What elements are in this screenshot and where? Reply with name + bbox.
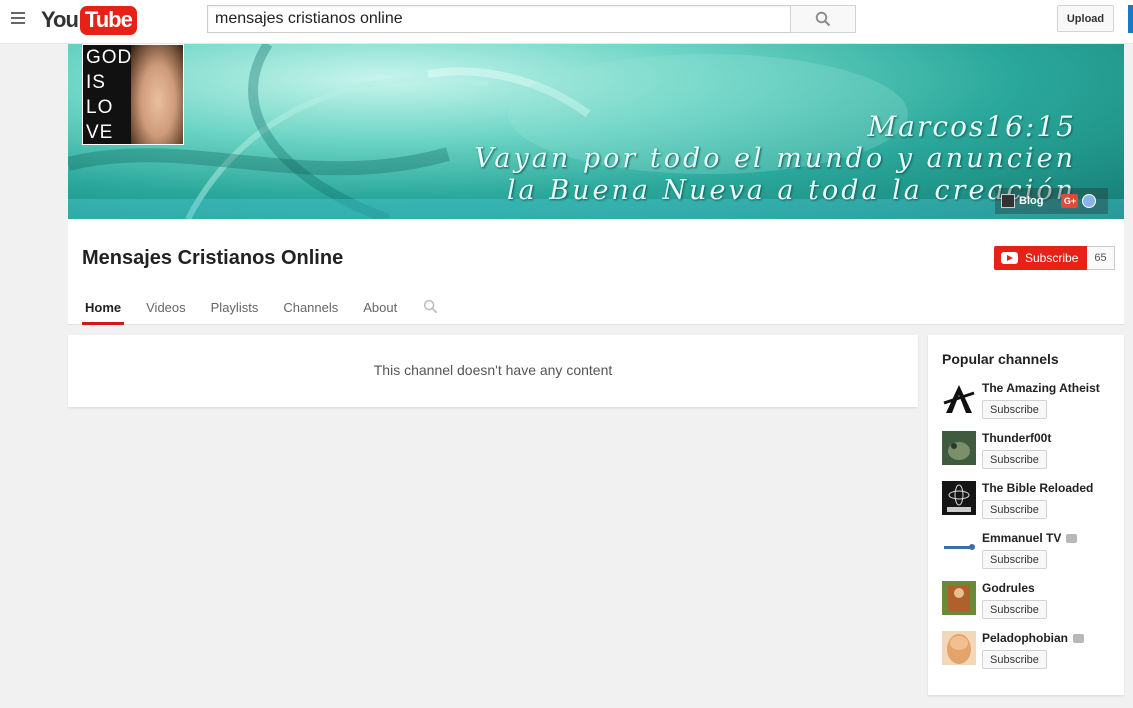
avatar-text: GOD IS LO VE xyxy=(86,45,133,144)
subscriber-count: 65 xyxy=(1087,246,1115,270)
channel-thumbnail[interactable] xyxy=(942,481,976,515)
channel-thumbnail[interactable] xyxy=(942,531,976,565)
channel-name-text: Emmanuel TV xyxy=(982,531,1062,545)
avatar-portrait xyxy=(131,45,183,144)
banner-verse-reference: Marcos16:15 xyxy=(867,110,1076,143)
channel-thumbnail[interactable] xyxy=(942,381,976,415)
tab-playlists[interactable]: Playlists xyxy=(208,291,262,325)
channel-subscribe-group: Subscribe 65 xyxy=(994,246,1115,270)
search-button[interactable] xyxy=(790,5,856,33)
channel-name[interactable]: Godrules xyxy=(982,581,1035,595)
channel-name-text: Peladophobian xyxy=(982,631,1069,645)
channel-search-icon[interactable] xyxy=(423,299,438,314)
channel-name[interactable]: The Amazing Atheist xyxy=(982,381,1100,395)
channel-subscribe-button[interactable]: Subscribe xyxy=(982,550,1047,569)
channel-thumbnail[interactable] xyxy=(942,631,976,665)
channel-thumbnail[interactable] xyxy=(942,431,976,465)
youtube-play-icon xyxy=(1001,252,1018,264)
channel-subscribe-button[interactable]: Subscribe xyxy=(982,400,1047,419)
content-card: This channel doesn't have any content xyxy=(68,335,918,407)
avatar-text-line: LO xyxy=(86,97,114,118)
masthead: You Tube Upload xyxy=(0,0,1133,44)
popular-channel-item: Emmanuel TV Subscribe xyxy=(942,521,1122,569)
banner-verse: Marcos16:15 Vayan por todo el mundo y an… xyxy=(474,110,1076,207)
banner-verse-line-2: la Buena Nueva a toda la creación xyxy=(506,175,1076,206)
popular-channel-item: Peladophobian Subscribe xyxy=(942,621,1122,669)
website-globe-icon[interactable] xyxy=(1082,194,1097,208)
channel-avatar[interactable]: GOD IS LO VE xyxy=(82,44,184,145)
popular-channel-item: The Amazing Atheist Subscribe xyxy=(942,371,1122,419)
blog-icon xyxy=(1001,194,1015,208)
banner-verse-line-1: Vayan por todo el mundo y anuncien xyxy=(474,143,1076,174)
tab-channels[interactable]: Channels xyxy=(280,291,341,325)
verified-icon xyxy=(1066,534,1078,544)
channel-header: Mensajes Cristianos Online Subscribe 65 … xyxy=(68,219,1124,325)
channel-name[interactable]: Emmanuel TV xyxy=(982,531,1078,545)
channel-title[interactable]: Mensajes Cristianos Online xyxy=(82,247,343,270)
banner-links: Blog G+ xyxy=(995,188,1108,214)
avatar-text-line: GOD xyxy=(86,47,133,68)
logo-you-text: You xyxy=(41,7,79,32)
channel-subscribe-button[interactable]: Subscribe xyxy=(982,450,1047,469)
sidebar-title: Popular channels xyxy=(942,351,1059,367)
tab-home[interactable]: Home xyxy=(82,291,125,325)
search-input[interactable] xyxy=(207,5,791,33)
channel-name[interactable]: Thunderf00t xyxy=(982,431,1051,445)
subscribe-button[interactable]: Subscribe xyxy=(994,246,1088,270)
tab-videos[interactable]: Videos xyxy=(143,291,189,325)
popular-channel-item: The Bible Reloaded Subscribe xyxy=(942,471,1122,519)
channel-tabs: Home Videos Playlists Channels About xyxy=(82,291,438,325)
subscribe-label: Subscribe xyxy=(1025,251,1079,265)
avatar-text-line: IS xyxy=(86,72,106,93)
channel-thumbnail[interactable] xyxy=(942,581,976,615)
upload-button[interactable]: Upload xyxy=(1057,5,1114,32)
search-icon xyxy=(815,11,831,27)
google-plus-icon[interactable]: G+ xyxy=(1061,194,1079,208)
hamburger-menu-icon[interactable] xyxy=(11,12,25,24)
logo-tube-text: Tube xyxy=(79,5,137,35)
tab-about[interactable]: About xyxy=(360,291,400,325)
channel-subscribe-button[interactable]: Subscribe xyxy=(982,500,1047,519)
channel-banner: Marcos16:15 Vayan por todo el mundo y an… xyxy=(68,44,1124,219)
sign-in-button-edge[interactable] xyxy=(1128,5,1133,33)
youtube-logo[interactable]: You Tube xyxy=(41,5,137,35)
empty-content-message: This channel doesn't have any content xyxy=(373,362,613,378)
channel-subscribe-button[interactable]: Subscribe xyxy=(982,650,1047,669)
verified-icon xyxy=(1073,634,1085,644)
channel-name[interactable]: The Bible Reloaded xyxy=(982,481,1093,495)
channel-name[interactable]: Peladophobian xyxy=(982,631,1085,645)
popular-channel-item: Thunderf00t Subscribe xyxy=(942,421,1122,469)
popular-channels-sidebar: Popular channels The Amazing Atheist Sub… xyxy=(928,335,1124,695)
popular-channel-item: Godrules Subscribe xyxy=(942,571,1122,619)
avatar-text-line: VE xyxy=(86,122,114,143)
channel-subscribe-button[interactable]: Subscribe xyxy=(982,600,1047,619)
blog-link[interactable]: Blog xyxy=(1019,195,1043,207)
